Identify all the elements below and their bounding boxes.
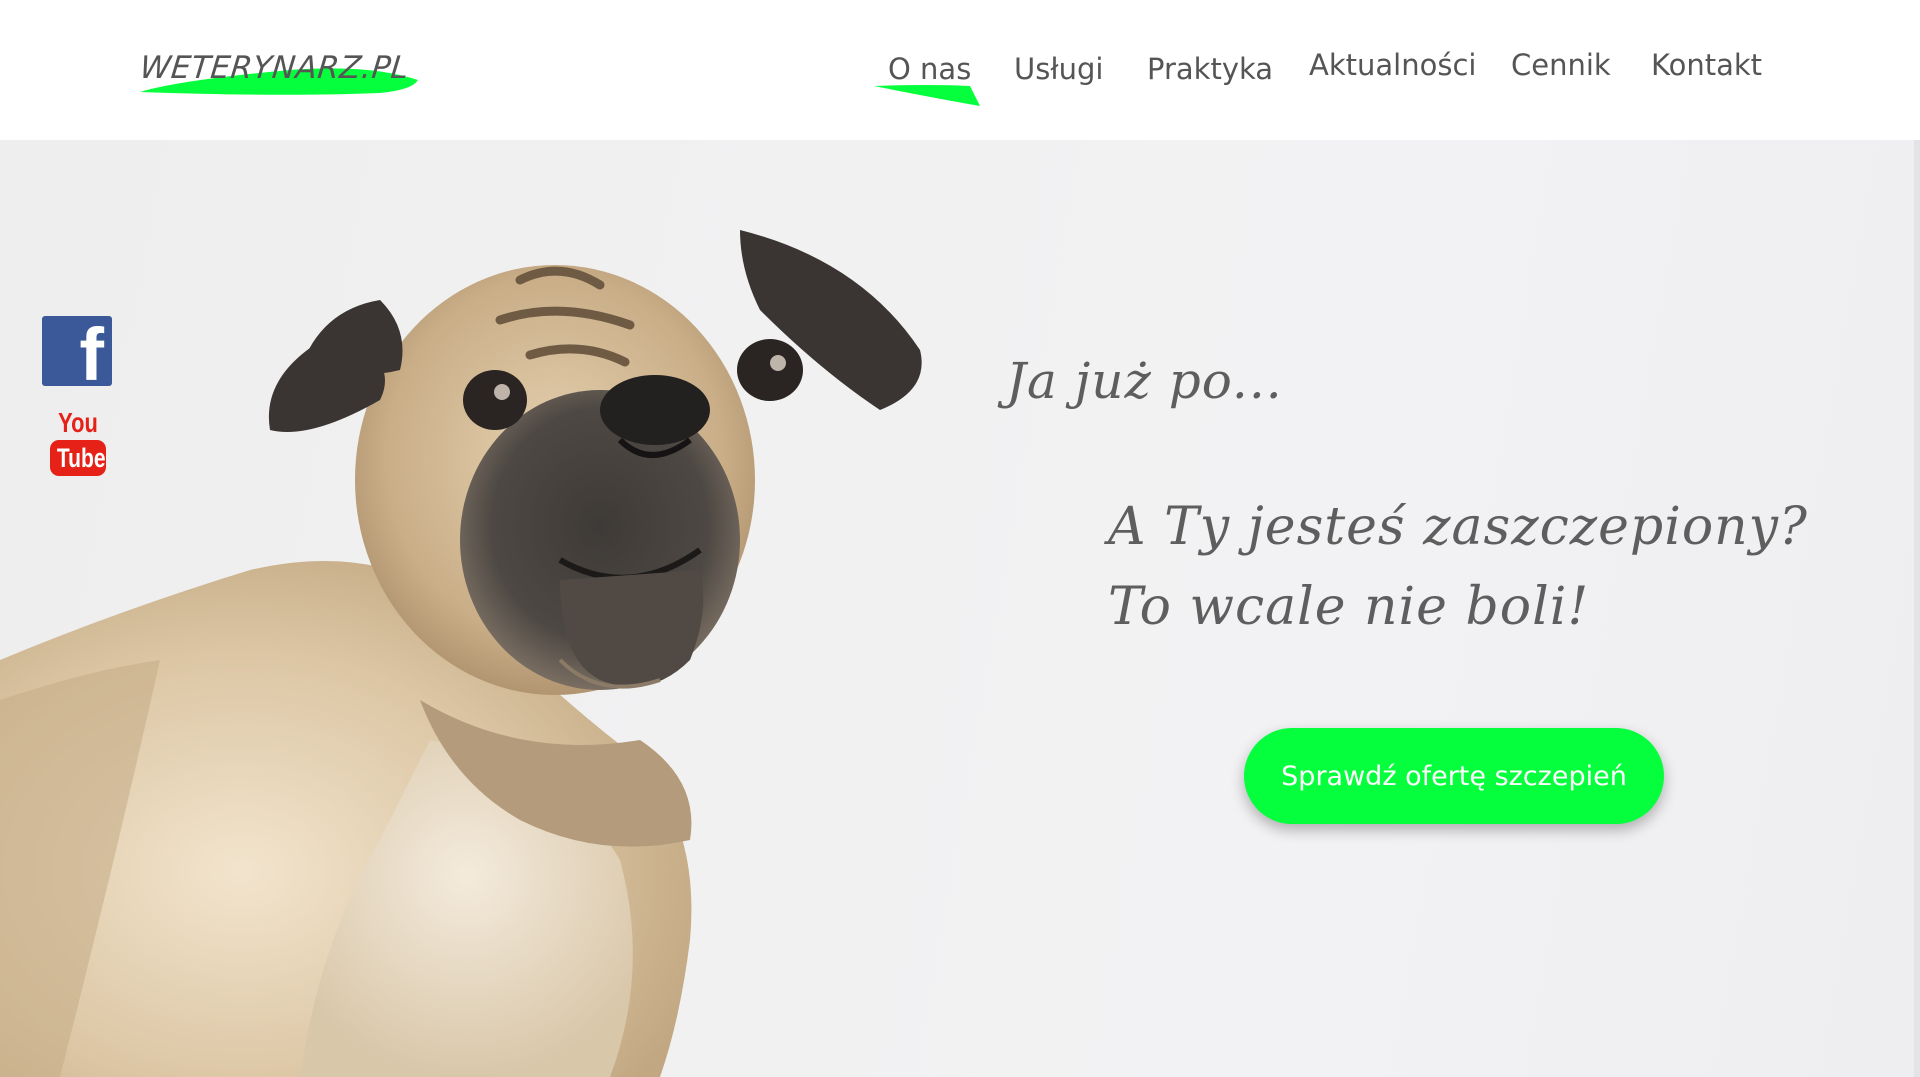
- vaccination-offer-button[interactable]: Sprawdź ofertę szczepień: [1244, 728, 1664, 824]
- nav-item-cennik[interactable]: Cennik: [1511, 48, 1611, 98]
- site-header: WETERYNARZ.PL O nas Usługi Praktyka Aktu…: [0, 0, 1920, 140]
- nav-label: Praktyka: [1147, 52, 1274, 86]
- nav-item-kontakt[interactable]: Kontakt: [1651, 48, 1762, 98]
- nav-item-praktyka[interactable]: Praktyka: [1147, 52, 1273, 102]
- nav-item-o-nas[interactable]: O nas: [874, 52, 980, 106]
- nav-item-aktualnosci[interactable]: Aktualności: [1309, 48, 1476, 98]
- nav-label: Usługi: [1014, 52, 1104, 86]
- youtube-icon[interactable]: You Tube: [48, 408, 108, 480]
- pug-image: [0, 230, 922, 1077]
- hero-line-2: A Ty jesteś zaszczepiony?: [1108, 497, 1808, 557]
- hero-section: f You Tube Ja już po... A Ty jesteś zasz…: [0, 140, 1920, 1077]
- youtube-tube-text: Tube: [56, 443, 106, 473]
- hero-line-3: To wcale nie boli!: [1108, 577, 1590, 637]
- hero-right-edge: [1914, 140, 1920, 1077]
- nav-label: Kontakt: [1651, 48, 1763, 82]
- hero-line-1: Ja już po...: [1006, 352, 1283, 410]
- nav-active-swoosh: [874, 85, 980, 106]
- nav-label: Aktualności: [1309, 48, 1477, 82]
- nav-label: O nas: [888, 52, 972, 86]
- main-nav: O nas Usługi Praktyka Aktualności Cennik…: [0, 48, 1920, 108]
- youtube-you-text: You: [58, 407, 98, 438]
- facebook-icon[interactable]: f: [42, 316, 112, 386]
- nav-label: Cennik: [1511, 48, 1611, 82]
- facebook-glyph: f: [79, 316, 104, 387]
- youtube-tube-badge: Tube: [50, 440, 106, 476]
- nav-item-uslugi[interactable]: Usługi: [1014, 52, 1103, 102]
